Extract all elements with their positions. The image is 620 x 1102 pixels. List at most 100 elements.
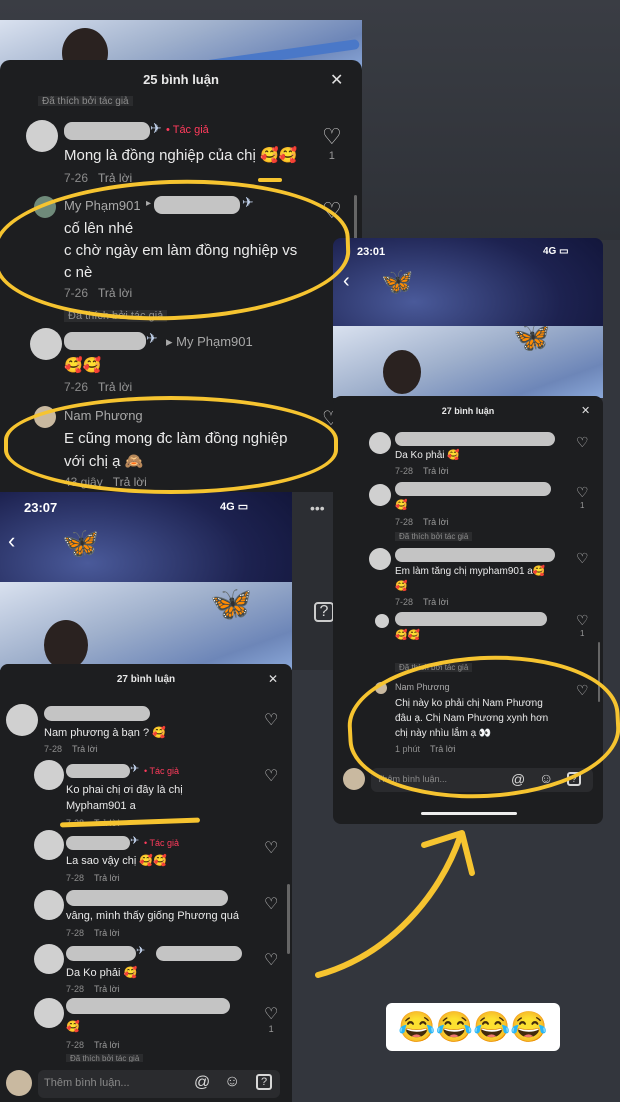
reply-to-username[interactable]: ▸ My Phạm901 xyxy=(166,334,253,350)
blurred-username xyxy=(156,946,242,961)
avatar[interactable] xyxy=(6,704,38,736)
video-thumbnail-3: 23:01 4G ▭ ‹ 🦋 🦋 xyxy=(333,238,603,398)
comments-panel-2: 27 bình luận ✕ Nam phương à bạn ? 🥰 7-28… xyxy=(0,664,292,1102)
blurred-username xyxy=(395,482,551,496)
signal-indicator: 4G ▭ xyxy=(543,246,569,257)
comment-text: Nam phương à bạn ? 🥰 xyxy=(44,727,166,739)
avatar[interactable] xyxy=(369,548,391,570)
comment-meta: 7-28Trả lời xyxy=(66,928,120,938)
video-photo: 🦋 xyxy=(333,326,603,398)
comment-input[interactable]: Thêm bình luận... @ ☺ ? xyxy=(38,1070,280,1098)
user-avatar[interactable] xyxy=(343,768,365,790)
signal-indicator: 4G ▭ xyxy=(220,501,249,513)
reply-button[interactable]: Trả lời xyxy=(423,466,449,476)
reply-button[interactable]: Trả lời xyxy=(94,1040,120,1050)
like-heart-icon[interactable]: ♡ xyxy=(264,838,278,858)
comment-text: Ko phai chị ơi đây là chị xyxy=(66,784,183,796)
comment-text: 🥰🥰 xyxy=(64,357,102,374)
blurred-username xyxy=(66,946,136,961)
liked-by-author-label: Đã thích bởi tác giả xyxy=(395,532,473,541)
reply-button[interactable]: Trả lời xyxy=(423,597,449,607)
reply-button[interactable]: Trả lời xyxy=(72,744,98,754)
person-head xyxy=(383,350,421,394)
video-thumbnail-2: 23:07 4G ▭ ‹ 🦋 🦋 xyxy=(0,492,292,670)
like-heart-icon[interactable]: ♡ 1 xyxy=(576,612,589,638)
author-tag: • Tác giả xyxy=(144,766,180,776)
avatar[interactable] xyxy=(34,760,64,790)
comment-meta: 7-26 Trả lời xyxy=(64,380,133,394)
comment-text: La sao vậy chị 🥰🥰 xyxy=(66,855,167,867)
mention-icon[interactable]: @ xyxy=(194,1074,210,1092)
person-head xyxy=(44,620,88,670)
avatar[interactable] xyxy=(34,998,64,1028)
highlight-underline xyxy=(258,178,282,182)
panel-title: 25 bình luận xyxy=(143,72,219,87)
butterfly-icon: 🦋 xyxy=(513,326,551,354)
close-icon[interactable]: ✕ xyxy=(581,404,590,417)
blurred-username xyxy=(66,764,130,778)
like-heart-icon[interactable]: ♡ xyxy=(264,710,278,730)
blurred-username xyxy=(395,612,547,626)
like-heart-icon[interactable]: ♡ 1 xyxy=(576,484,589,510)
input-placeholder: Thêm bình luận... xyxy=(44,1077,130,1089)
video-photo: 🦋 xyxy=(0,582,292,670)
airplane-icon: ✈ xyxy=(130,763,140,775)
close-icon[interactable]: ✕ xyxy=(330,70,343,90)
like-heart-icon[interactable]: ♡ xyxy=(576,434,589,451)
back-chevron-icon[interactable]: ‹ xyxy=(8,528,15,554)
panel-title: 27 bình luận xyxy=(116,674,176,685)
back-chevron-icon[interactable]: ‹ xyxy=(343,270,350,293)
question-icon[interactable]: ? xyxy=(256,1074,272,1090)
blurred-username xyxy=(64,332,146,350)
avatar[interactable] xyxy=(34,890,64,920)
comment-text: 🥰 xyxy=(395,581,408,592)
comment-meta: 7-28Trả lời xyxy=(44,744,98,754)
like-heart-icon[interactable]: ♡ xyxy=(264,950,278,970)
comment-meta: 7-28Trả lời xyxy=(395,597,449,607)
reply-button[interactable]: Trả lời xyxy=(94,873,120,883)
reply-button[interactable]: Trả lời xyxy=(94,928,120,938)
avatar[interactable] xyxy=(34,944,64,974)
avatar[interactable] xyxy=(369,432,391,454)
airplane-icon: ✈ xyxy=(130,835,140,847)
reply-button[interactable]: Trả lời xyxy=(94,984,120,994)
comment-meta: 7-28Trả lời xyxy=(395,517,449,527)
comment-text: 🥰 xyxy=(66,1021,80,1033)
like-heart-icon[interactable]: ♡ 1 xyxy=(322,124,342,162)
blurred-username xyxy=(66,890,228,906)
like-heart-icon[interactable]: ♡ xyxy=(576,550,589,567)
reply-button[interactable]: Trả lời xyxy=(423,517,449,527)
comment-text: Mong là đồng nghiệp của chị 🥰🥰 xyxy=(64,147,298,164)
question-icon[interactable]: ? xyxy=(314,602,334,622)
comment-text: vâng, mình thấy giống Phương quá xyxy=(66,910,239,922)
highlight-circle xyxy=(4,396,338,494)
comment-text: 🥰 xyxy=(395,500,408,511)
comment-text: Da Ko phải 🥰 xyxy=(395,450,460,461)
butterfly-icon: 🦋 xyxy=(62,527,100,560)
airplane-icon: ✈ xyxy=(150,120,162,136)
avatar[interactable] xyxy=(26,120,58,152)
avatar[interactable] xyxy=(30,328,62,360)
close-icon[interactable]: ✕ xyxy=(268,672,278,686)
blurred-username xyxy=(44,706,150,721)
status-time: 23:07 xyxy=(24,500,58,515)
author-tag: • Tác giả xyxy=(144,838,180,848)
menu-dots-icon[interactable]: ••• xyxy=(310,500,325,516)
emoji-icon[interactable]: ☺ xyxy=(224,1073,240,1091)
like-heart-icon[interactable]: ♡ xyxy=(264,894,278,914)
comment-meta: 7-28Trả lời xyxy=(66,984,120,994)
airplane-icon: ✈ xyxy=(136,945,146,957)
scrollbar[interactable] xyxy=(287,884,290,954)
blurred-username xyxy=(64,122,150,140)
avatar[interactable] xyxy=(34,830,64,860)
laughing-emoji-sticker: 😂😂😂😂 xyxy=(386,1003,560,1051)
avatar[interactable] xyxy=(369,484,391,506)
avatar[interactable] xyxy=(375,614,389,628)
blurred-username xyxy=(395,548,555,562)
author-tag: • Tác giả xyxy=(166,124,209,136)
user-avatar[interactable] xyxy=(6,1070,32,1096)
like-heart-icon[interactable]: ♡ xyxy=(264,766,278,786)
like-heart-icon[interactable]: ♡ 1 xyxy=(264,1004,278,1034)
panel-title: 27 bình luận xyxy=(441,406,495,416)
reply-button[interactable]: Trả lời xyxy=(98,380,132,394)
